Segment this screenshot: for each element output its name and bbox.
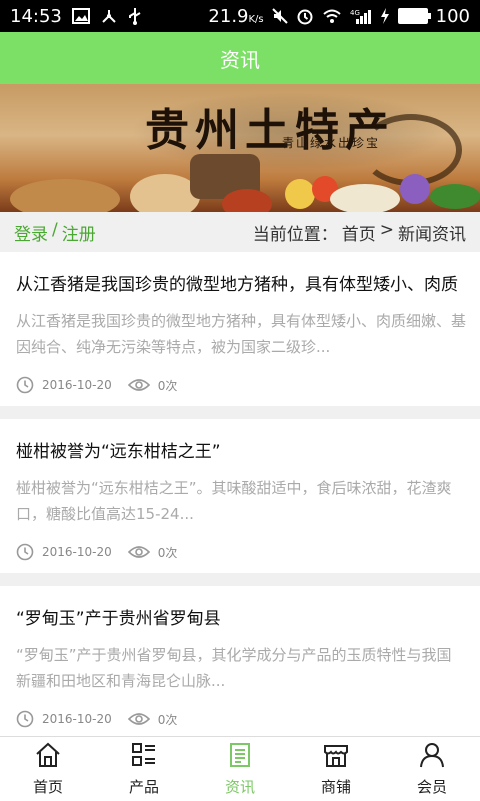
- article-summary: 从江香猪是我国珍贵的微型地方猪种，具有体型矮小、肉质细嫩、基因纯合、纯净无污染等…: [16, 312, 467, 356]
- article-meta: 2016-10-20 0次: [16, 710, 177, 728]
- signal-icon: 4G: [350, 8, 372, 24]
- bottom-tab-bar: 首页 产品 资讯 商铺 会员: [0, 736, 480, 801]
- login-link[interactable]: 登录: [14, 220, 48, 245]
- register-link[interactable]: 注册: [62, 220, 96, 245]
- home-icon: [34, 742, 62, 772]
- tab-label: 产品: [128, 777, 159, 796]
- tab-home[interactable]: 首页: [0, 737, 96, 801]
- clock-icon: [16, 543, 34, 561]
- document-icon: [226, 742, 254, 772]
- user-icon: [418, 742, 446, 772]
- article-title[interactable]: “罗甸玉”产于贵州省罗甸县: [16, 604, 468, 629]
- clock-icon: [16, 710, 34, 728]
- article-summary: 椪柑被誉为“远东柑桔之王”。其味酸甜适中，食后味浓甜，花渣爽口，糖酸比值高达15…: [16, 479, 452, 523]
- tab-label: 商铺: [320, 777, 351, 796]
- article-date: 2016-10-20: [42, 712, 112, 726]
- mute-icon: [271, 8, 288, 24]
- auth-separator: /: [52, 219, 58, 240]
- status-speed: 21.9K/s: [208, 5, 264, 27]
- article-card[interactable]: 椪柑被誉为“远东柑桔之王” 椪柑被誉为“远东柑桔之王”。其味酸甜适中，食后味浓甜…: [0, 419, 480, 573]
- article-date: 2016-10-20: [42, 378, 112, 392]
- battery-level: [399, 10, 426, 22]
- flower-decoration: [400, 174, 430, 204]
- charging-icon: [380, 8, 390, 24]
- article-meta: 2016-10-20 0次: [16, 543, 177, 561]
- leaf-decoration: [430, 184, 480, 209]
- clock-icon: [16, 376, 34, 394]
- breadcrumb: 当前位置： 首页 > 新闻资讯: [253, 220, 466, 245]
- article-views: 0次: [157, 545, 178, 560]
- article-date: 2016-10-20: [42, 545, 112, 559]
- tab-news[interactable]: 资讯: [192, 737, 288, 801]
- tab-label: 首页: [32, 777, 63, 796]
- usb-icon: [128, 7, 142, 25]
- breadcrumb-arrow: >: [379, 219, 394, 240]
- share-icon: [100, 8, 118, 24]
- tab-member[interactable]: 会员: [384, 737, 480, 801]
- grid-list-icon: [130, 742, 158, 772]
- location-label: 当前位置：: [252, 224, 338, 245]
- svg-text:4G: 4G: [350, 9, 360, 17]
- banner-subtitle: 青山绿水出珍宝: [282, 136, 381, 150]
- status-bar: 14:53 21.9K/s 4G 100: [0, 0, 480, 32]
- tab-products[interactable]: 产品: [96, 737, 192, 801]
- status-right: 21.9K/s 4G 100: [208, 6, 470, 27]
- image-icon: [71, 8, 90, 24]
- banner-image: 贵州土特产 青山绿水出珍宝: [0, 84, 480, 212]
- breadcrumb-home[interactable]: 首页: [342, 220, 376, 245]
- article-meta: 2016-10-20 0次: [16, 376, 177, 394]
- eye-icon: [127, 544, 150, 560]
- breadcrumb-current: 新闻资讯: [398, 224, 466, 245]
- grain-decoration: [330, 184, 400, 212]
- app-header: 资讯: [0, 32, 480, 84]
- status-left: 14:53: [10, 6, 142, 27]
- alarm-icon: [296, 7, 314, 25]
- battery-percent: 100: [435, 5, 470, 27]
- tab-label: 会员: [416, 777, 447, 796]
- breadcrumb-bar: 登录 / 注册 当前位置： 首页 > 新闻资讯: [0, 212, 480, 252]
- auth-links: 登录 / 注册: [14, 220, 96, 245]
- eye-icon: [127, 377, 150, 393]
- page-title: 资讯: [220, 47, 260, 72]
- article-views: 0次: [157, 712, 178, 727]
- battery-icon: [397, 8, 431, 24]
- mushroom-decoration: [10, 179, 120, 212]
- status-time: 14:53: [10, 5, 62, 27]
- article-card[interactable]: “罗甸玉”产于贵州省罗甸县 “罗甸玉”产于贵州省罗甸县，其化学成分与产品的玉质特…: [0, 586, 480, 736]
- article-views: 0次: [157, 378, 178, 393]
- article-title[interactable]: 椪柑被誉为“远东柑桔之王”: [16, 437, 468, 462]
- article-summary: “罗甸玉”产于贵州省罗甸县，其化学成分与产品的玉质特性与我国新疆和田地区和青海昆…: [16, 646, 452, 690]
- tab-label: 资讯: [224, 777, 255, 796]
- fruit-decoration: [285, 179, 315, 209]
- store-icon: [322, 742, 350, 772]
- eye-icon: [127, 711, 150, 727]
- wifi-icon: [322, 8, 342, 24]
- article-title[interactable]: 从江香猪是我国珍贵的微型地方猪种，具有体型矮小、肉质: [16, 270, 468, 295]
- tab-stores[interactable]: 商铺: [288, 737, 384, 801]
- reishi-decoration: [222, 189, 272, 212]
- article-card[interactable]: 从江香猪是我国珍贵的微型地方猪种，具有体型矮小、肉质 从江香猪是我国珍贵的微型地…: [0, 252, 480, 406]
